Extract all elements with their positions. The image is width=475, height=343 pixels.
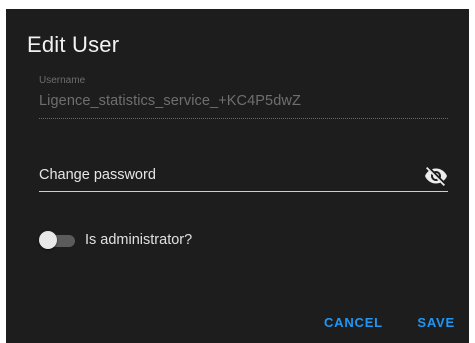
change-password-field[interactable]: Change password bbox=[39, 161, 448, 193]
is-administrator-switch[interactable] bbox=[39, 230, 79, 252]
edit-user-dialog: Edit User Username Ligence_statistics_se… bbox=[6, 9, 469, 343]
is-administrator-label[interactable]: Is administrator? bbox=[85, 232, 192, 248]
username-underline bbox=[39, 118, 448, 119]
cancel-button[interactable]: CANCEL bbox=[324, 315, 383, 330]
username-field: Ligence_statistics_service_+KC4P5dwZ bbox=[39, 93, 301, 109]
is-administrator-row: Is administrator? bbox=[39, 230, 279, 252]
save-button[interactable]: SAVE bbox=[417, 315, 455, 330]
change-password-label: Change password bbox=[39, 167, 156, 183]
eye-off-icon[interactable] bbox=[424, 164, 448, 188]
username-label: Username bbox=[39, 75, 86, 86]
switch-thumb bbox=[39, 231, 57, 249]
dialog-title: Edit User bbox=[27, 32, 120, 57]
dialog-actions: CANCEL SAVE bbox=[294, 314, 455, 334]
change-password-underline bbox=[39, 191, 448, 192]
